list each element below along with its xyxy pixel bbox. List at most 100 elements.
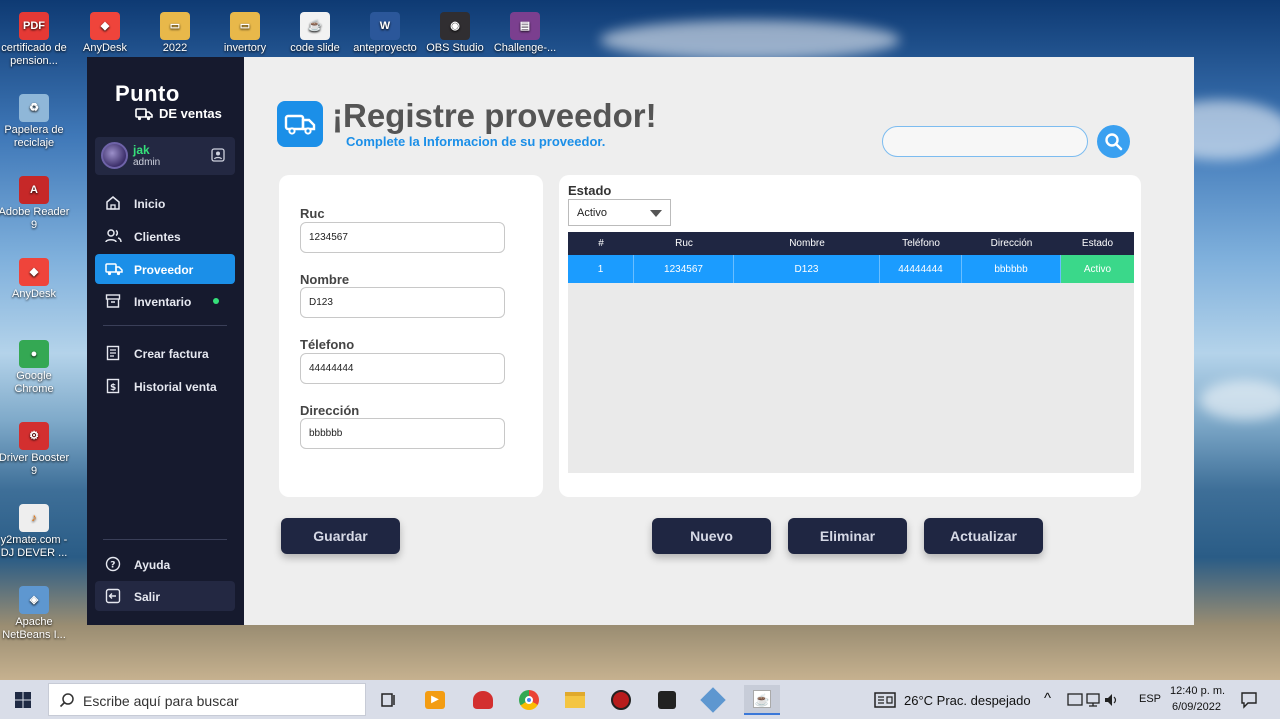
taskbar-search[interactable]: Escribe aquí para buscar — [48, 683, 366, 716]
desktop-icon-label: Apache NetBeans I... — [2, 616, 66, 641]
twitch-icon[interactable] — [652, 685, 682, 715]
supplier-form-card: Ruc 1234567 Nombre D123 Télefono 4444444… — [279, 175, 543, 497]
guardar-button[interactable]: Guardar — [281, 518, 400, 554]
start-button[interactable] — [8, 685, 38, 715]
table-cell: 1234567 — [634, 255, 734, 283]
search-button[interactable] — [1097, 125, 1130, 158]
ruc-field[interactable]: 1234567 — [300, 222, 505, 253]
logout-icon — [105, 588, 121, 604]
media-player-icon[interactable]: ▶ — [420, 685, 450, 715]
pdf-icon: PDF — [19, 12, 49, 40]
taskbar-search-placeholder: Escribe aquí para buscar — [83, 693, 239, 709]
direccion-field[interactable]: bbbbbb — [300, 418, 505, 449]
column-header: Teléfono — [902, 238, 940, 249]
desktop-icon[interactable]: ◆ AnyDesk — [67, 12, 143, 55]
nav-label: Salir — [134, 590, 161, 604]
desktop-icon[interactable]: PDF certificado de pension... — [0, 12, 72, 68]
taskbar: Escribe aquí para buscar ▶ ☕ 26°C Prac. … — [0, 680, 1280, 719]
search-icon — [1104, 132, 1122, 150]
user-name: jak — [133, 143, 150, 157]
estado-label: Estado — [568, 183, 612, 198]
user-box[interactable]: jak admin — [95, 137, 235, 175]
desktop-icon-label: 2022 — [162, 42, 188, 54]
desktop-icon[interactable]: ◈ Apache NetBeans I... — [0, 586, 72, 642]
nav-salir[interactable]: Salir — [95, 581, 235, 611]
mp3-icon: ♪ — [19, 504, 49, 532]
clock-date[interactable]: 6/09/2022 — [1172, 701, 1221, 713]
clock-time[interactable]: 12:40 p. m. — [1170, 685, 1225, 697]
desktop-icon-label: AnyDesk — [82, 42, 128, 54]
nav-label: Inventario — [134, 295, 192, 309]
nav-inventario[interactable]: Inventario — [95, 286, 235, 316]
svg-text:?: ? — [110, 561, 115, 571]
desktop-icon[interactable]: A Adobe Reader 9 — [0, 176, 72, 232]
nombre-field[interactable]: D123 — [300, 287, 505, 318]
chrome-icon[interactable] — [514, 685, 544, 715]
desktop-icon[interactable]: ◉ OBS Studio — [417, 12, 493, 55]
chevron-down-icon — [650, 210, 662, 217]
desktop-icon[interactable]: ♪ y2mate.com - DJ DEVER ... — [0, 504, 72, 560]
estado-select[interactable]: Activo — [568, 199, 671, 226]
eliminar-button[interactable]: Eliminar — [788, 518, 907, 554]
app-window: Punto DE ventas jak admin Inicio Cliente… — [87, 57, 1194, 625]
network-icon[interactable] — [1067, 692, 1119, 708]
profile-card-icon[interactable] — [211, 148, 225, 162]
nuevo-button[interactable]: Nuevo — [652, 518, 771, 554]
table-cell: D123 — [734, 255, 880, 283]
desktop-icon[interactable]: ▭ invertory — [207, 12, 283, 55]
driver-booster-icon[interactable] — [606, 685, 636, 715]
desktop-icon[interactable]: ♻ Papelera de reciclaje — [0, 94, 72, 150]
nav-clientes[interactable]: Clientes — [95, 221, 235, 251]
truck-icon — [105, 263, 123, 276]
virtualbox-icon[interactable] — [698, 685, 728, 715]
desktop-icon[interactable]: ⚙ Driver Booster 9 — [0, 422, 72, 478]
notification-icon[interactable] — [1240, 691, 1258, 709]
truck-icon — [135, 107, 153, 120]
netbeans-icon: ◈ — [19, 586, 49, 614]
estado-selected: Activo — [577, 207, 607, 219]
java-icon[interactable]: ☕ — [744, 685, 780, 715]
desktop-icon[interactable]: ◆ AnyDesk — [0, 258, 72, 301]
weather-widget-icon[interactable] — [874, 692, 896, 708]
nav-crear-factura[interactable]: Crear factura — [95, 338, 235, 368]
search-input[interactable] — [882, 126, 1088, 157]
game-icon[interactable] — [468, 685, 498, 715]
desktop-icon[interactable]: ● Google Chrome — [0, 340, 72, 396]
column-header: Ruc — [675, 238, 693, 249]
obs-icon: ◉ — [440, 12, 470, 40]
folder-icon: ▭ — [160, 12, 190, 40]
desktop-icon[interactable]: Wanteproyecto — [347, 12, 423, 55]
chevron-up-icon[interactable]: ^ — [1044, 690, 1051, 707]
winrar-icon: ▤ — [510, 12, 540, 40]
page-title: ¡Registre proveedor! — [332, 97, 657, 134]
desktop-icon-label: AnyDesk — [11, 288, 57, 300]
brand-sub-label: DE ventas — [159, 106, 222, 121]
actualizar-button[interactable]: Actualizar — [924, 518, 1043, 554]
desktop-icon[interactable]: ▤ Challenge-... — [487, 12, 563, 55]
desktop-icon[interactable]: ☕ code slide — [277, 12, 353, 55]
nombre-label: Nombre — [300, 272, 350, 287]
language-indicator[interactable]: ESP — [1139, 693, 1161, 705]
help-icon: ? — [105, 556, 121, 572]
nav-proveedor[interactable]: Proveedor — [95, 254, 235, 284]
anydesk-icon: ◆ — [90, 12, 120, 40]
word-icon: W — [370, 12, 400, 40]
folder-icon: ▭ — [230, 12, 260, 40]
nav-label: Proveedor — [134, 263, 194, 277]
nav-inicio[interactable]: Inicio — [95, 188, 235, 218]
nav-historial-venta[interactable]: $ Historial venta — [95, 371, 235, 401]
desktop-icon-label: Driver Booster 9 — [0, 452, 70, 477]
nav-ayuda[interactable]: ? Ayuda — [95, 549, 235, 579]
weather-text[interactable]: 26°C Prac. despejado — [904, 693, 1031, 708]
recycle-bin-icon: ♻ — [19, 94, 49, 122]
anydesk-icon: ◆ — [19, 258, 49, 286]
telefono-field[interactable]: 44444444 — [300, 353, 505, 384]
cloud — [600, 20, 900, 60]
column-header: Nombre — [789, 238, 825, 249]
desktop-icon[interactable]: ▭ 2022 — [137, 12, 213, 55]
file-explorer-icon[interactable] — [560, 685, 590, 715]
table-cell: 1 — [568, 255, 634, 283]
table-row[interactable]: 1 1234567 D123 44444444 bbbbbb Activo — [568, 255, 1134, 283]
desktop-icon-label: anteproyecto — [353, 42, 417, 54]
task-view-icon[interactable] — [374, 685, 404, 715]
